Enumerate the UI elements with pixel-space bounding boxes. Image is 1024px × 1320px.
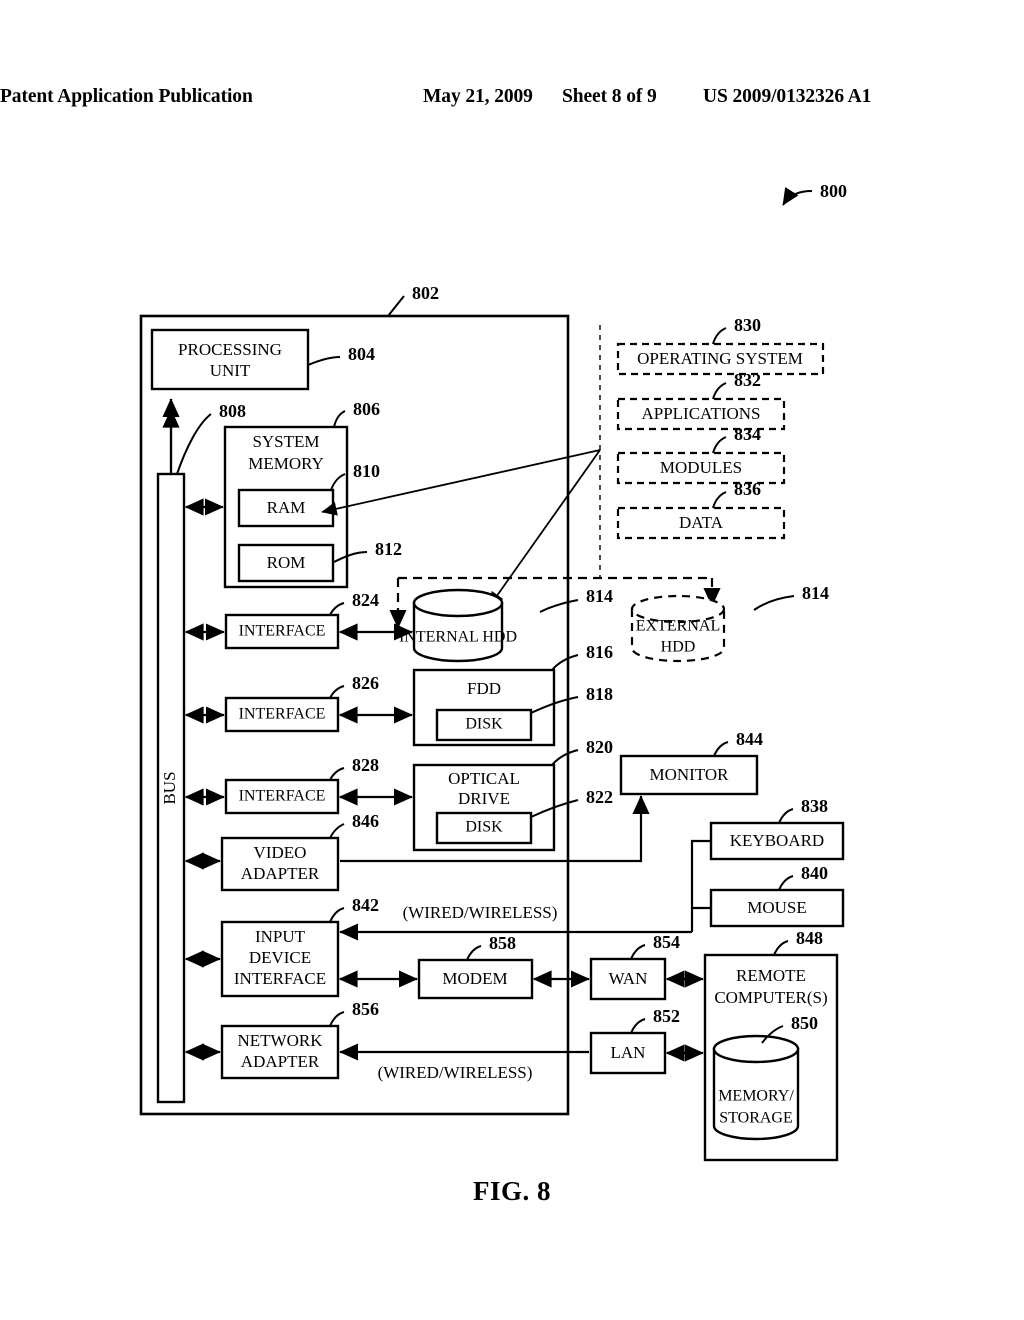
- ref-836: 836: [734, 479, 761, 499]
- internal-hdd-cylinder: [412, 588, 504, 663]
- ram-label: RAM: [267, 498, 306, 517]
- external-hdd-label-2: HDD: [661, 639, 696, 656]
- ref-802: 802: [412, 283, 439, 303]
- ref-812: 812: [375, 539, 402, 559]
- ref-832: 832: [734, 370, 761, 390]
- hdd-interface-label: INTERFACE: [239, 623, 326, 640]
- data-label: DATA: [679, 513, 724, 532]
- fdd-disk-label: DISK: [465, 716, 503, 733]
- fdd-label: FDD: [467, 679, 501, 698]
- system-memory-label-1: SYSTEM: [252, 432, 319, 451]
- ref-814-internal: 814: [586, 586, 613, 606]
- ref-838: 838: [801, 796, 828, 816]
- applications-label: APPLICATIONS: [641, 404, 760, 423]
- remote-computers-label-2: COMPUTER(S): [714, 988, 827, 1007]
- ref-846: 846: [352, 811, 379, 831]
- leader-844: [713, 741, 729, 757]
- leader-852: [630, 1018, 646, 1034]
- mouse-label: MOUSE: [747, 898, 807, 917]
- ref-830: 830: [734, 315, 761, 335]
- ref-820: 820: [586, 737, 613, 757]
- wan-label: WAN: [609, 969, 648, 988]
- fdd-interface-label: INTERFACE: [239, 706, 326, 723]
- input-device-interface-label-2: DEVICE: [249, 948, 311, 967]
- ref-844: 844: [736, 729, 763, 749]
- ref-826: 826: [352, 673, 379, 693]
- ref-842: 842: [352, 895, 379, 915]
- keyboard-stem: [690, 839, 711, 932]
- processing-unit-box: [150, 328, 310, 391]
- ref-808: 808: [219, 401, 246, 421]
- system-memory-label-2: MEMORY: [248, 454, 324, 473]
- memory-storage-label-2: STORAGE: [719, 1110, 793, 1127]
- monitor-label: MONITOR: [649, 765, 729, 784]
- optical-interface-label: INTERFACE: [239, 788, 326, 805]
- input-device-interface-label-3: INTERFACE: [234, 969, 326, 988]
- modules-label: MODULES: [660, 458, 742, 477]
- ref-850: 850: [791, 1013, 818, 1033]
- video-adapter-label-2: ADAPTER: [241, 864, 320, 883]
- figure-caption: FIG. 8: [472, 1176, 551, 1206]
- leader-832: [712, 382, 727, 400]
- ref-800: 800: [820, 181, 847, 201]
- ref-814-external: 814: [802, 583, 829, 603]
- leader-802: [387, 295, 405, 317]
- rom-label: ROM: [267, 553, 306, 572]
- wired-wireless-lower-label: (WIRED/WIRELESS): [378, 1063, 533, 1082]
- network-adapter-label-2: ADAPTER: [241, 1052, 320, 1071]
- ref-824: 824: [352, 590, 379, 610]
- bus-label: BUS: [160, 771, 179, 804]
- network-adapter-label-1: NETWORK: [238, 1031, 324, 1050]
- leader-814-external: [753, 595, 795, 611]
- system-leader-800: [782, 186, 813, 206]
- ref-828: 828: [352, 755, 379, 775]
- lan-label: LAN: [611, 1043, 646, 1062]
- ref-852: 852: [653, 1006, 680, 1026]
- ref-804: 804: [348, 344, 375, 364]
- ref-806: 806: [353, 399, 380, 419]
- optical-drive-label-2: DRIVE: [458, 789, 510, 808]
- ref-822: 822: [586, 787, 613, 807]
- leader-848: [773, 940, 789, 956]
- modem-label: MODEM: [442, 969, 507, 988]
- leader-834: [712, 436, 727, 454]
- leader-836: [712, 491, 727, 509]
- ref-818: 818: [586, 684, 613, 704]
- ref-834: 834: [734, 424, 761, 444]
- ref-810: 810: [353, 461, 380, 481]
- figure-8-diagram: 800 802 BUS 808 PROCESSING UNIT 804 SYST…: [139, 181, 847, 1162]
- keyboard-label: KEYBOARD: [730, 831, 824, 850]
- ref-848: 848: [796, 928, 823, 948]
- internal-hdd-label: INTERNAL HDD: [399, 629, 517, 646]
- processing-unit-label-1: PROCESSING: [178, 340, 282, 359]
- optical-drive-label-1: OPTICAL: [448, 769, 520, 788]
- optical-disk-label: DISK: [465, 819, 503, 836]
- leader-838: [778, 808, 794, 824]
- ref-858: 858: [489, 933, 516, 953]
- ref-854: 854: [653, 932, 680, 952]
- leader-854: [630, 944, 646, 960]
- external-hdd-label-1: EXTERNAL: [636, 618, 720, 635]
- leader-840: [778, 875, 794, 891]
- remote-computers-label-1: REMOTE: [736, 966, 806, 985]
- wired-wireless-upper-label: (WIRED/WIRELESS): [403, 903, 558, 922]
- leader-830: [712, 327, 727, 345]
- memory-storage-label-1: MEMORY/: [718, 1088, 794, 1105]
- ref-816: 816: [586, 642, 613, 662]
- processing-unit-label-2: UNIT: [210, 361, 251, 380]
- operating-system-label: OPERATING SYSTEM: [637, 349, 803, 368]
- input-device-interface-label-1: INPUT: [255, 927, 306, 946]
- ref-856: 856: [352, 999, 379, 1019]
- video-adapter-label-1: VIDEO: [254, 843, 307, 862]
- ref-840: 840: [801, 863, 828, 883]
- patent-figure-page: Patent Application Publication May 21, 2…: [0, 0, 1024, 1320]
